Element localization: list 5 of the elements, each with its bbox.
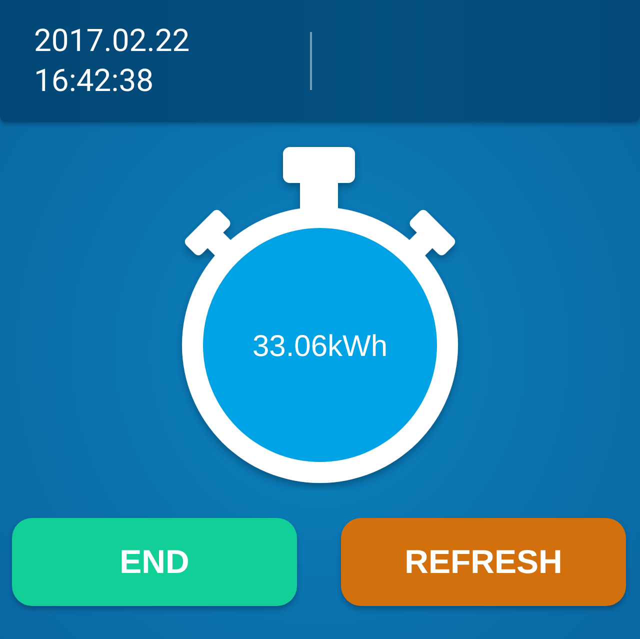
energy-reading: 33.06kWh [252, 330, 388, 363]
end-button[interactable]: END [12, 518, 297, 606]
date-text: 2017.02.22 [34, 21, 191, 61]
refresh-button[interactable]: REFRESH [341, 518, 626, 606]
time-text: 16:42:38 [34, 61, 155, 101]
